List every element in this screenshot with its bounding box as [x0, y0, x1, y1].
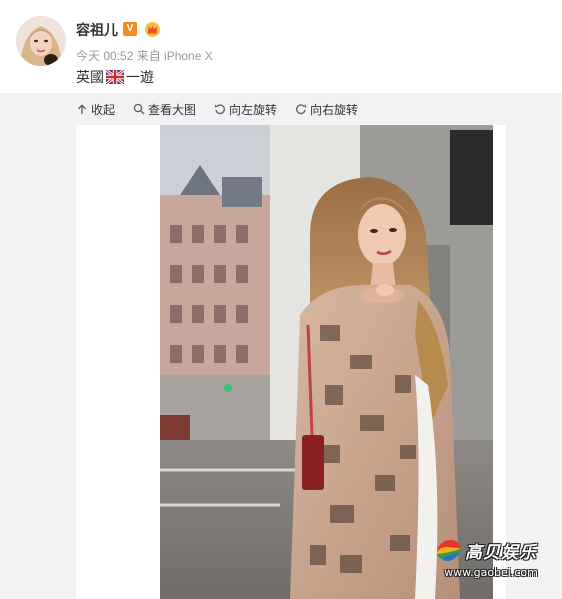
watermark-brand: 高贝娱乐 [465, 543, 537, 563]
collapse-button[interactable]: 收起 [76, 101, 115, 118]
rotate-right-label: 向右旋转 [310, 102, 359, 117]
rotate-left-icon [214, 104, 226, 115]
verified-v-icon: V [123, 22, 137, 36]
rotate-left-label: 向左旋转 [229, 102, 278, 117]
avatar-image [16, 16, 66, 66]
view-large-label: 查看大图 [148, 102, 197, 117]
post-text: 英國 一遊 [76, 67, 154, 87]
photo-toolbar: 收起 查看大图 向左旋转 向右旋转 [0, 93, 562, 125]
rotate-right-button[interactable]: 向右旋转 [295, 101, 358, 118]
search-icon [133, 103, 145, 115]
avatar[interactable] [16, 16, 66, 66]
street-portrait-image [160, 125, 493, 599]
post-photo[interactable] [160, 125, 493, 599]
crown-member-icon[interactable] [144, 21, 161, 37]
post-text-part2: 一遊 [126, 69, 154, 85]
post-text-part1: 英國 [76, 69, 104, 85]
post-meta: 今天 00:52 来自 iPhone X [76, 49, 213, 63]
watermark: 高贝娱乐 www.gaobei.com [435, 536, 547, 584]
watermark-logo-icon [437, 540, 461, 562]
username[interactable]: 容祖儿 [76, 20, 118, 40]
rotate-right-icon [296, 104, 307, 115]
uk-flag-icon [106, 70, 124, 84]
collapse-up-icon [77, 104, 87, 114]
view-large-button[interactable]: 查看大图 [133, 101, 196, 118]
collapse-label: 收起 [91, 102, 116, 117]
rotate-left-button[interactable]: 向左旋转 [214, 101, 277, 118]
watermark-url: www.gaobei.com [444, 566, 538, 579]
